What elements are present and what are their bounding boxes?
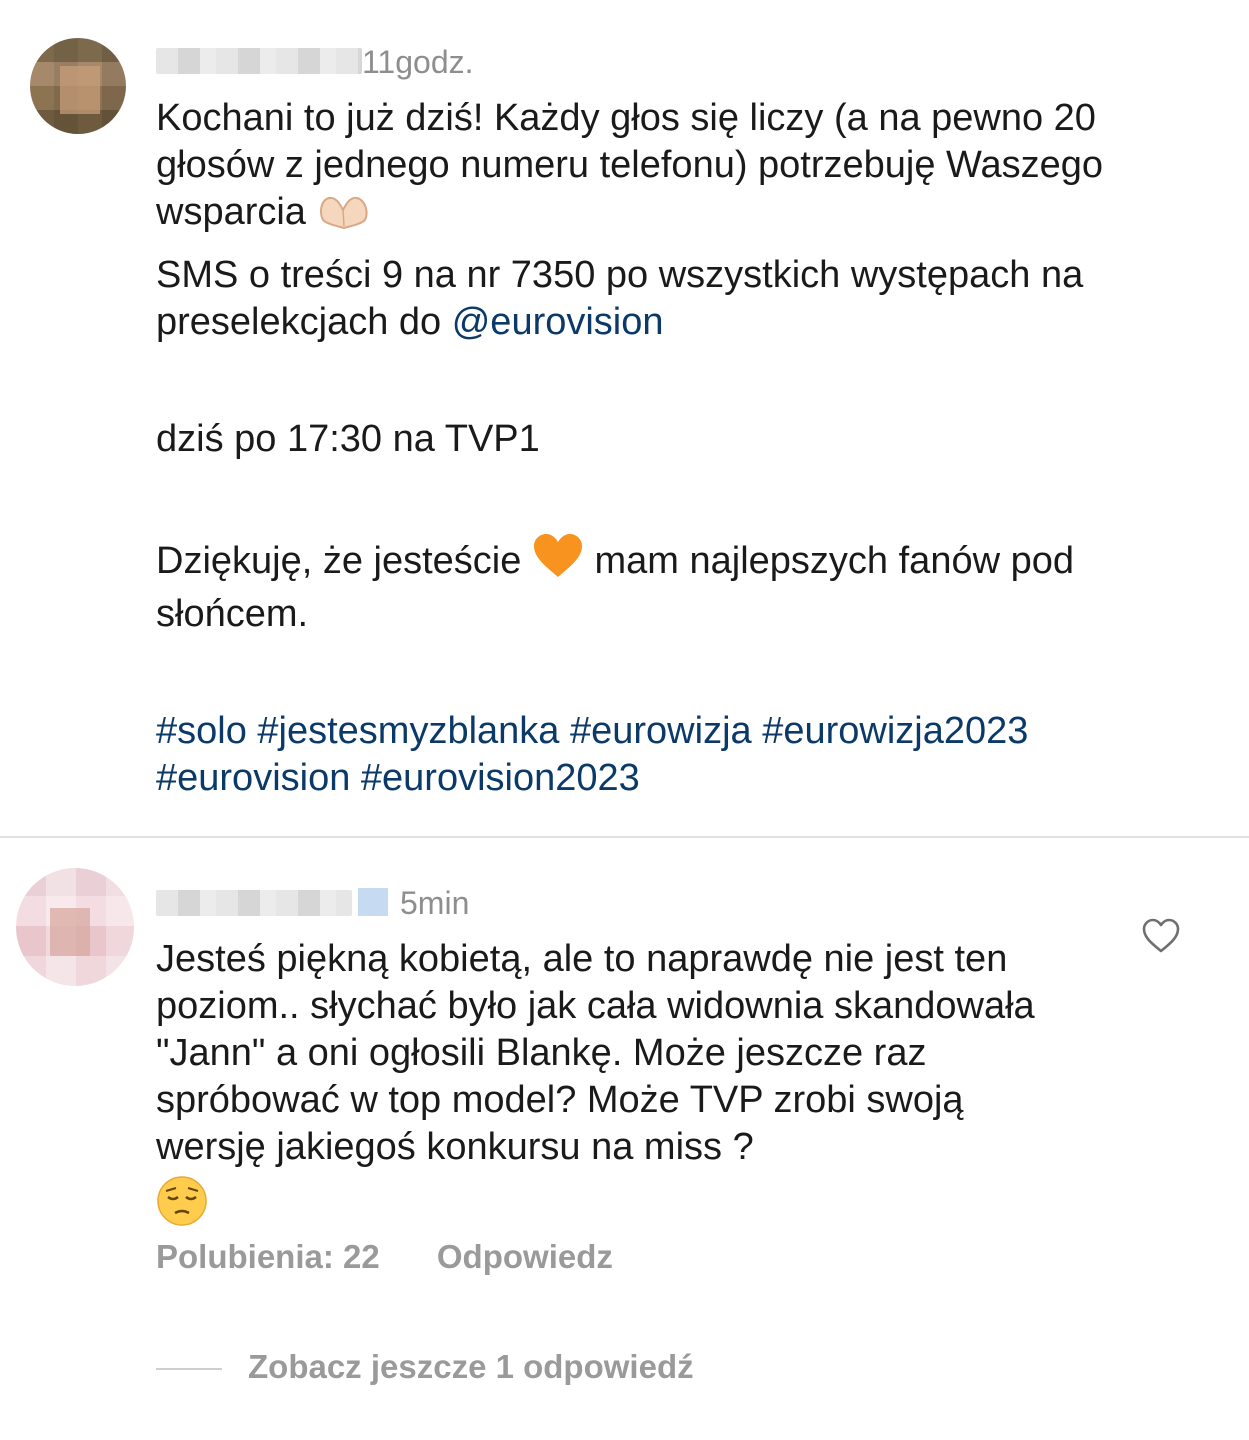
comment-timestamp: 11godz. [362,44,474,80]
avatar[interactable] [30,38,126,134]
badge-redacted [358,888,388,916]
caption-paragraph: Dziękuję, że jesteście mam najlepszych f… [156,533,1216,638]
pensive-face-emoji [156,1175,208,1239]
view-replies-button[interactable]: Zobacz jeszcze 1 odpowiedź [156,1350,694,1383]
comment-timestamp: 5min [400,885,470,921]
comment-actions: Polubienia: 22 Odpowiedz [156,1240,613,1273]
heart-outline-icon[interactable] [1142,918,1180,954]
username-redacted[interactable] [156,890,352,916]
username-redacted[interactable] [156,48,362,74]
heart-hands-emoji [317,190,371,242]
reply-button[interactable]: Odpowiedz [437,1240,613,1273]
comment-text: Jesteś piękną kobietą, ale to naprawdę n… [156,936,1061,1239]
hashtag-links[interactable]: #eurovision #eurovision2023 [156,757,640,799]
avatar[interactable] [16,868,134,986]
orange-heart-emoji [532,533,584,591]
replies-line [156,1368,222,1371]
comment-text: Kochani to już dziś! Każdy głos się licz… [156,95,1216,802]
divider [0,836,1249,838]
hashtags: #solo #jestesmyzblanka #eurowizja #eurow… [156,708,1216,802]
hashtag-links[interactable]: #solo #jestesmyzblanka #eurowizja #eurow… [156,710,1028,752]
caption-paragraph: SMS o treści 9 na nr 7350 po wszystkich … [156,254,1084,343]
caption-paragraph: Kochani to już dziś! Każdy głos się licz… [156,95,1216,242]
mention-link[interactable]: @eurovision [452,301,664,343]
caption-paragraph: dziś po 17:30 na TVP1 [156,418,540,460]
likes-count-button[interactable]: Polubienia: 22 [156,1240,380,1273]
